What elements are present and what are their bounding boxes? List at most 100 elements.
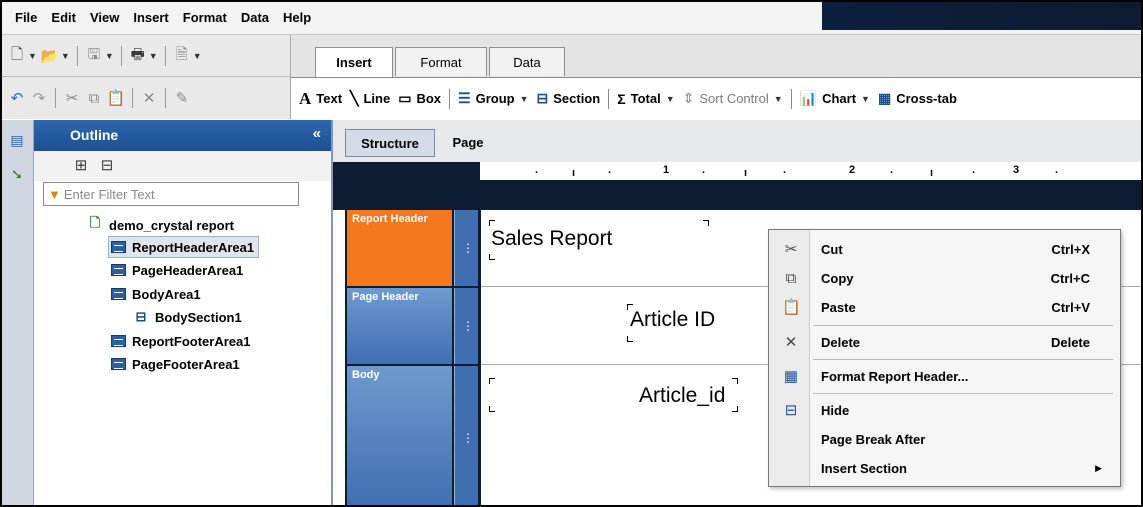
insert-total-button[interactable]: Σ Total ▼: [617, 91, 674, 107]
section-grip[interactable]: ⋮: [454, 210, 478, 286]
chevron-down-icon[interactable]: ▼: [666, 94, 675, 104]
submenu-arrow-icon: ▶: [1095, 462, 1102, 473]
tab-page[interactable]: Page: [443, 129, 493, 155]
tab-structure[interactable]: Structure: [345, 129, 435, 157]
tab-data[interactable]: Data: [489, 47, 565, 76]
tab-insert[interactable]: Insert: [315, 47, 393, 77]
toolbar-separator: [76, 46, 78, 66]
menu-file[interactable]: File: [8, 9, 44, 26]
context-menu: ✂ Cut Ctrl+X ⧉ Copy Ctrl+C 📋 Paste Ctrl+…: [768, 229, 1121, 487]
menu-item-shortcut: Ctrl+C: [1050, 270, 1090, 286]
chevron-down-icon[interactable]: ▼: [28, 51, 37, 61]
format-painter-icon[interactable]: ✎: [173, 89, 191, 107]
cut-icon[interactable]: ✂: [63, 89, 81, 107]
chevron-down-icon[interactable]: ▼: [520, 94, 529, 104]
group-icon: ☰: [458, 90, 471, 106]
page-header-field[interactable]: Article ID: [630, 308, 715, 332]
body-field[interactable]: Article_id: [639, 384, 725, 408]
menu-item-hide[interactable]: ⊟ Hide: [769, 396, 1120, 424]
insert-section-label: Section: [553, 91, 601, 106]
ribbon-tabs: Insert Format Data: [291, 35, 1141, 78]
field-handle: [627, 336, 633, 342]
menu-edit[interactable]: Edit: [44, 9, 83, 26]
print-icon[interactable]: 🖶: [129, 46, 147, 65]
insert-crosstab-button[interactable]: ▦ Cross-tab: [878, 90, 957, 107]
insert-crosstab-label: Cross-tab: [896, 91, 957, 106]
chevron-down-icon[interactable]: ▼: [149, 51, 158, 61]
menu-item-label: Delete: [821, 334, 861, 350]
chevron-down-icon[interactable]: ▼: [105, 51, 114, 61]
expand-all-icon[interactable]: ⊞: [72, 156, 90, 174]
area-icon: [109, 286, 127, 302]
menu-item-insert-section[interactable]: Insert Section ▶: [769, 454, 1120, 482]
tree-item-body-section[interactable]: ⊟ BodySection1: [132, 307, 242, 327]
report-title-field[interactable]: Sales Report: [491, 227, 612, 251]
section-page-header[interactable]: Page Header: [347, 288, 452, 364]
menu-help[interactable]: Help: [276, 9, 318, 26]
tree-item-page-header-area[interactable]: PageHeaderArea1: [109, 260, 243, 280]
delete-icon: ✕: [784, 334, 798, 351]
insert-group-button[interactable]: ☰ Group ▼: [458, 90, 528, 107]
menu-item-format-report-header[interactable]: ▦ Format Report Header...: [769, 362, 1120, 390]
section-report-header[interactable]: Report Header: [347, 210, 452, 286]
menu-data[interactable]: Data: [234, 9, 276, 26]
chevron-down-icon[interactable]: ▼: [861, 94, 870, 104]
menu-format[interactable]: Format: [176, 9, 234, 26]
tree-item-body-area[interactable]: BodyArea1: [109, 284, 201, 304]
insert-box-button[interactable]: ▭ Box: [398, 90, 441, 107]
save-icon[interactable]: 🖫: [85, 46, 103, 65]
tree-root-label: demo_crystal report: [109, 217, 234, 233]
filter-input[interactable]: [63, 186, 284, 202]
tree-item-report-header-area[interactable]: ReportHeaderArea1: [108, 236, 260, 258]
collapse-panel-icon[interactable]: «: [313, 125, 321, 142]
sort-icon: ⇕: [682, 90, 695, 106]
menu-item-delete[interactable]: ✕ Delete Delete: [769, 328, 1120, 356]
chevron-down-icon[interactable]: ▼: [774, 94, 783, 104]
data-explorer-icon[interactable]: ➘: [7, 164, 27, 184]
new-document-icon[interactable]: 🗋: [8, 46, 26, 65]
section-grip[interactable]: ⋮: [454, 366, 478, 505]
menu-item-copy[interactable]: ⧉ Copy Ctrl+C: [769, 264, 1120, 292]
ruler-number: 3: [1013, 164, 1020, 176]
delete-icon[interactable]: ✕: [140, 89, 158, 107]
export-icon[interactable]: 🗎: [173, 46, 191, 65]
section-icon: ⊟: [135, 309, 147, 324]
menu-view[interactable]: View: [83, 9, 126, 26]
field-handle: [489, 254, 495, 260]
toolbar-separator: [165, 88, 166, 108]
outline-panel-icon[interactable]: ▤: [7, 130, 27, 150]
section-body[interactable]: Body: [347, 366, 452, 505]
insert-text-label: Text: [316, 91, 343, 106]
collapse-all-icon[interactable]: ⊟: [98, 156, 116, 174]
tab-format[interactable]: Format: [395, 47, 487, 76]
menu-item-page-break-after[interactable]: Page Break After: [769, 425, 1120, 453]
menu-insert[interactable]: Insert: [126, 9, 175, 26]
chevron-down-icon[interactable]: ▼: [193, 51, 202, 61]
toolbar-separator: [449, 88, 451, 109]
menu-item-cut[interactable]: ✂ Cut Ctrl+X: [769, 235, 1120, 263]
insert-chart-button[interactable]: 📊 Chart ▼: [800, 90, 870, 107]
insert-text-button[interactable]: A Text: [299, 89, 342, 109]
tree-item-report-footer-area[interactable]: ReportFooterArea1: [109, 331, 250, 351]
insert-box-label: Box: [416, 91, 442, 106]
copy-icon[interactable]: ⧉: [85, 89, 103, 107]
tree-root[interactable]: 🗋 demo_crystal report: [86, 215, 234, 235]
toolbar-separator: [132, 88, 133, 108]
section-grip[interactable]: ⋮: [454, 288, 478, 364]
redo-icon[interactable]: ↷: [30, 89, 48, 107]
tree-item-page-footer-area[interactable]: PageFooterArea1: [109, 354, 240, 374]
toolbar-divider: [2, 76, 290, 77]
menu-item-paste[interactable]: 📋 Paste Ctrl+V: [769, 293, 1120, 321]
chevron-down-icon[interactable]: ▼: [61, 51, 70, 61]
filter-field[interactable]: ▼: [43, 182, 299, 206]
insert-line-button[interactable]: ╲ Line: [350, 90, 390, 107]
menu-item-label: Page Break After: [821, 431, 926, 447]
open-folder-icon[interactable]: 📂: [41, 47, 60, 65]
paste-icon[interactable]: 📋: [107, 89, 126, 107]
insert-section-button[interactable]: ⊟ Section: [537, 90, 601, 107]
format-icon: ▦: [783, 368, 799, 385]
insert-sort-control-button[interactable]: ⇕ Sort Control ▼: [683, 90, 783, 107]
undo-icon[interactable]: ↶: [8, 89, 26, 107]
hide-icon: ⊟: [784, 402, 798, 419]
menu-item-label: Paste: [821, 299, 856, 315]
